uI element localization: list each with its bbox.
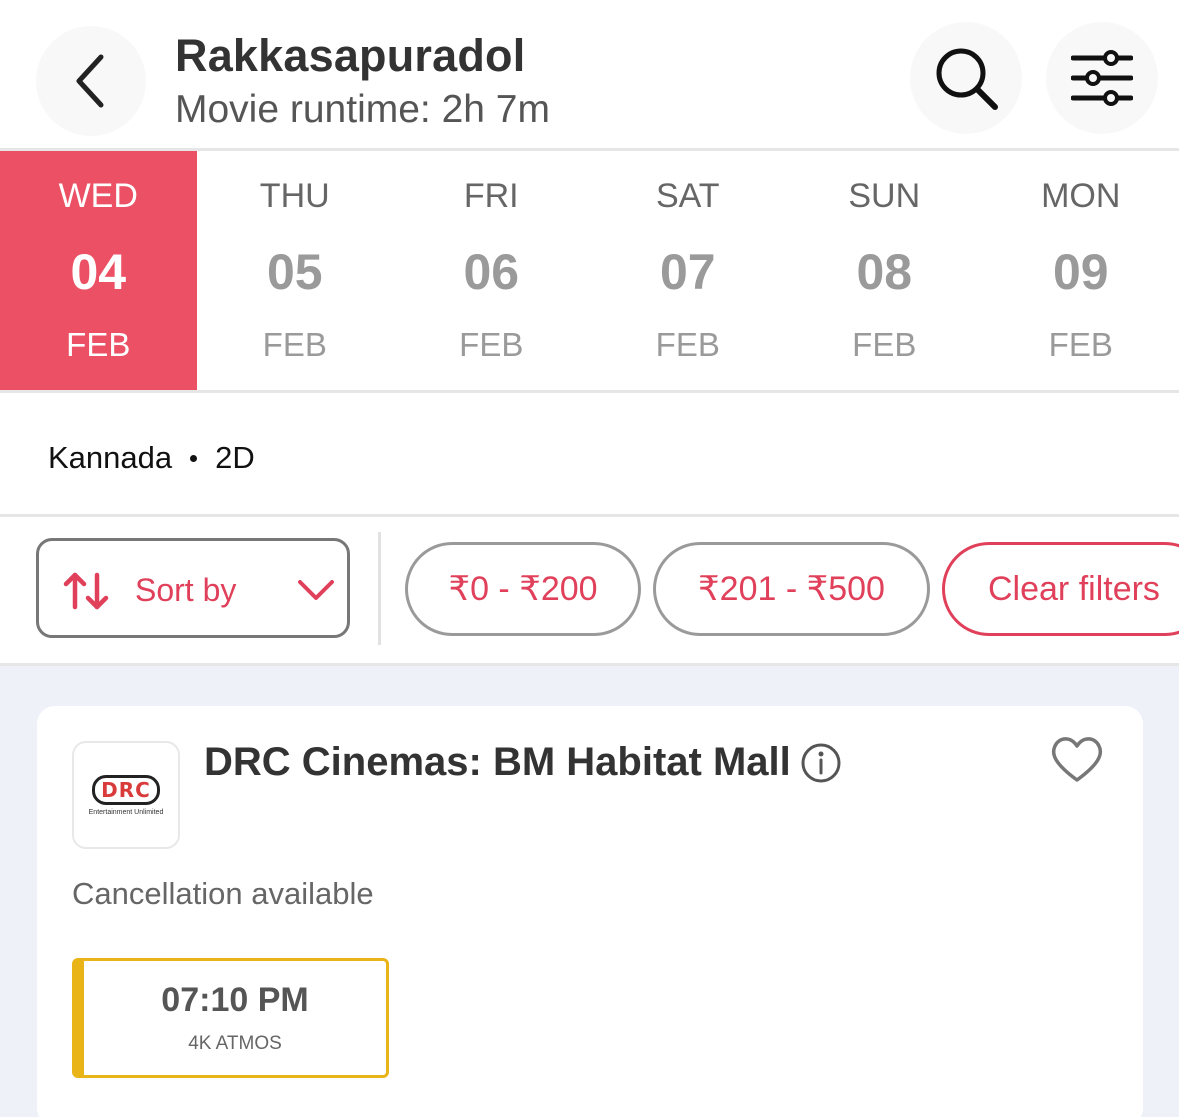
movie-title: Rakkasapuradol: [175, 30, 526, 81]
showtime-time: 07:10 PM: [161, 981, 309, 1019]
cinema-logo: DRC Entertainment Unlimited: [72, 741, 180, 849]
sort-arrows-icon: [63, 572, 109, 610]
chevron-down-icon: [298, 580, 334, 600]
date-tab-wed[interactable]: WED 04 FEB: [0, 151, 197, 390]
clear-filters-button[interactable]: Clear filters: [942, 542, 1179, 636]
date-day: 06: [463, 244, 520, 300]
date-month: FEB: [1048, 326, 1113, 363]
movie-runtime: Movie runtime: 2h 7m: [175, 88, 550, 131]
date-dow: THU: [259, 177, 330, 215]
search-icon: [936, 48, 998, 110]
date-tab-thu[interactable]: THU 05 FEB: [197, 151, 394, 390]
date-dow: SUN: [848, 177, 921, 215]
sort-by-label: Sort by: [135, 572, 237, 608]
date-month: FEB: [262, 326, 327, 363]
sliders-icon: [1071, 50, 1133, 106]
date-dow: SAT: [655, 177, 720, 215]
date-tab-mon[interactable]: MON 09 FEB: [983, 151, 1179, 390]
price-filter-0-200[interactable]: ₹0 - ₹200: [405, 542, 641, 636]
date-month: FEB: [852, 326, 917, 363]
price-filter-201-500[interactable]: ₹201 - ₹500: [653, 542, 930, 636]
search-button[interactable]: [910, 22, 1022, 134]
separator-dot: [190, 454, 198, 462]
date-dow: WED: [58, 177, 138, 215]
dates-divider: [0, 390, 1179, 393]
info-icon[interactable]: [800, 742, 842, 784]
sort-by-button[interactable]: Sort by: [36, 538, 350, 638]
date-tab-sat[interactable]: SAT 07 FEB: [590, 151, 787, 390]
cancellation-status: Cancellation available: [72, 876, 374, 911]
back-button[interactable]: [36, 26, 146, 136]
logo-mark: DRC: [92, 774, 160, 805]
back-arrow-icon: [76, 54, 104, 108]
date-month: FEB: [655, 326, 720, 363]
date-tab-fri[interactable]: FRI 06 FEB: [393, 151, 590, 390]
date-day: 04: [70, 244, 127, 300]
filter-settings-button[interactable]: [1046, 22, 1158, 134]
date-dow: FRI: [463, 177, 519, 215]
date-month: FEB: [459, 326, 524, 363]
date-tab-sun[interactable]: SUN 08 FEB: [786, 151, 983, 390]
date-day: 05: [266, 244, 323, 300]
heart-icon[interactable]: [1049, 734, 1105, 784]
date-day: 07: [659, 244, 716, 300]
showtime-format: 4K ATMOS: [188, 1033, 282, 1054]
app-header: Rakkasapuradol Movie runtime: 2h 7m: [0, 0, 1179, 150]
format-label: 2D: [215, 440, 255, 475]
date-month: FEB: [66, 326, 131, 363]
cinema-name[interactable]: DRC Cinemas: BM Habitat Mall: [204, 740, 791, 785]
date-selector: WED 04 FEB THU 05 FEB FRI 06 FEB SAT 07 …: [0, 151, 1179, 390]
date-day: 08: [856, 244, 913, 300]
cinema-card: DRC Entertainment Unlimited DRC Cinemas:…: [37, 706, 1143, 1117]
language-format-row: Kannada 2D: [48, 440, 255, 476]
cinema-list: DRC Entertainment Unlimited DRC Cinemas:…: [0, 666, 1179, 1117]
showtime-slot[interactable]: 07:10 PM 4K ATMOS: [72, 958, 389, 1078]
language-label: Kannada: [48, 440, 173, 475]
date-dow: MON: [1041, 177, 1121, 215]
filter-separator: [378, 532, 381, 645]
filter-bar: Sort by ₹0 - ₹200 ₹201 - ₹500 Clear filt…: [0, 517, 1179, 664]
date-day: 09: [1052, 244, 1109, 300]
logo-tagline: Entertainment Unlimited: [88, 808, 164, 816]
